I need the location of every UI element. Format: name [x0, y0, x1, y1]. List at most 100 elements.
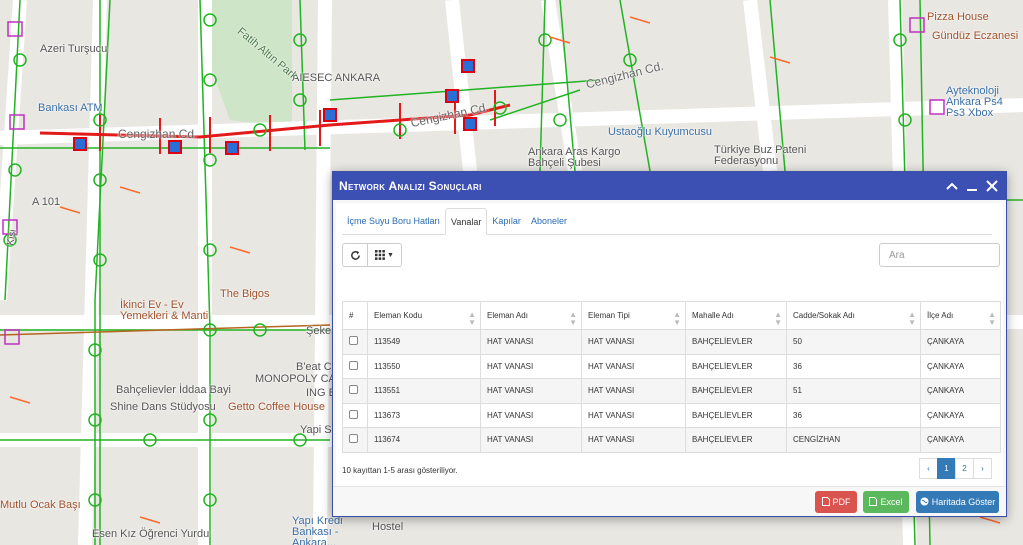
lateral-1 [229, 246, 251, 254]
tab-valves[interactable]: Vanalar [445, 208, 488, 235]
cell-cadde: 36 [786, 353, 921, 379]
column-header-mahalle[interactable]: Mahalle Adı ▲ ▼ [685, 301, 787, 330]
map-label-ikinciev: İkinci Ev - Ev Yemekleri & Manti [120, 299, 209, 322]
show-on-map-button[interactable]: Haritada Göster [916, 491, 999, 513]
grid-icon [375, 250, 385, 260]
lateral-11 [769, 56, 791, 64]
map-label-buzpateni: Türkiye Buz Pateni Federasyonu [714, 144, 807, 167]
map-label-bigos: The Bigos [220, 288, 270, 300]
excel-label: Excel [880, 497, 903, 507]
minimize-icon[interactable] [964, 178, 980, 194]
excel-file-icon [869, 496, 878, 508]
table-row[interactable]: 113549 HAT VANASI HAT VANASI BAHÇELİEVLE… [342, 329, 1001, 355]
lateral-0 [59, 206, 81, 214]
pagination-prev[interactable]: ‹ [919, 458, 938, 479]
map-label-ayteknoloji: Ayteknoloji Ankara Ps4 Ps3 Xbox [946, 85, 1003, 119]
valve-marker-4 [445, 89, 459, 103]
cell-mahalle: BAHÇELİEVLER [685, 353, 787, 379]
pdf-label: PDF [832, 497, 851, 507]
refresh-icon [350, 250, 360, 260]
pipe-node-14 [293, 93, 307, 107]
sort-icon: ▲ ▼ [774, 310, 782, 327]
valve-marker-3 [323, 108, 337, 122]
sort-icon: ▲ ▼ [569, 310, 577, 327]
tab-pipelines[interactable]: İçme Suyu Boru Hatları [342, 208, 445, 234]
table-header-row: # Eleman Kodu ▲ ▼ Eleman Adı ▲ ▼ Eleman Tipi… [342, 301, 1001, 330]
cell-cadde: 50 [786, 329, 921, 355]
cell-type: HAT VANASI [581, 402, 686, 428]
cell-name: HAT VANASI [480, 329, 582, 355]
map-label-aiesec: AIESEC ANKARA [292, 72, 381, 84]
row-checkbox[interactable] [349, 409, 358, 419]
map-label-ocakbasi: Mutlu Ocak Başı [0, 499, 81, 511]
pagination-page-1[interactable]: 1 [937, 458, 956, 479]
table-row[interactable]: 113550 HAT VANASI HAT VANASI BAHÇELİEVLE… [342, 353, 1001, 379]
globe-icon [920, 496, 929, 508]
pagination: ‹ 1 2 › [919, 458, 992, 479]
columns-toggle-button[interactable]: ▼ [368, 243, 402, 267]
pagination-next[interactable]: › [973, 458, 992, 479]
export-pdf-button[interactable]: PDF [815, 491, 857, 513]
refresh-button[interactable] [342, 243, 368, 267]
row-checkbox[interactable] [349, 385, 358, 395]
map-label-iddaa: Bahçelievler İddaa Bayi [116, 384, 231, 396]
table-row[interactable]: 113673 HAT VANASI HAT VANASI BAHÇELİEVLE… [342, 402, 1001, 428]
column-header-code[interactable]: Eleman Kodu ▲ ▼ [367, 301, 481, 330]
street-3 [78, 0, 107, 545]
pagination-page-2[interactable]: 2 [955, 458, 974, 479]
cell-mahalle: BAHÇELİEVLER [685, 378, 787, 404]
sort-icon: ▲ ▼ [673, 310, 681, 327]
cell-ilce: ÇANKAYA [920, 329, 1001, 355]
collapse-icon[interactable] [944, 178, 960, 194]
map-label-yapikredi: Yapı Kredi Bankası - Ankara... [292, 515, 343, 545]
tab-gates[interactable]: Kapılar [487, 208, 526, 234]
meter-box-5 [4, 329, 20, 345]
close-icon[interactable] [984, 178, 1000, 194]
table-row[interactable]: 113551 HAT VANASI HAT VANASI BAHÇELİEVLE… [342, 378, 1001, 404]
map-label-ustaoglu: Ustaoğlu Kuyumcusu [608, 126, 712, 138]
cell-type: HAT VANASI [581, 353, 686, 379]
map-label-gunduz: Gündüz Eczanesi [932, 30, 1019, 42]
cell-mahalle: BAHÇELİEVLER [685, 427, 787, 453]
sort-icon: ▲ ▼ [908, 310, 916, 327]
export-excel-button[interactable]: Excel [863, 491, 909, 513]
sort-icon: ▲ ▼ [468, 310, 476, 327]
search-input[interactable] [879, 243, 1000, 267]
cell-code: 113549 [367, 329, 481, 355]
map-label-kargo: Ankara Aras Kargo Bahçeli Şubesi [528, 146, 621, 169]
cell-type: HAT VANASI [581, 378, 686, 404]
column-header-type[interactable]: Eleman Tipi ▲ ▼ [581, 301, 686, 330]
tab-subscribers[interactable]: Aboneler [526, 208, 572, 234]
show-on-map-label: Haritada Göster [931, 497, 996, 507]
lateral-2 [119, 186, 141, 194]
cell-mahalle: BAHÇELİEVLER [685, 329, 787, 355]
valve-marker-5 [463, 117, 477, 131]
row-checkbox[interactable] [349, 336, 358, 346]
cell-code: 113674 [367, 427, 481, 453]
pagination-info: 10 kayıttan 1-5 arası gösteriliyor. [342, 466, 458, 475]
column-header-name[interactable]: Eleman Adı ▲ ▼ [480, 301, 582, 330]
dialog-titlebar[interactable]: Network Analizi Sonuçları [333, 172, 1006, 200]
lateral-9 [979, 516, 1001, 524]
column-header-cadde[interactable]: Cadde/Sokak Adı ▲ ▼ [786, 301, 921, 330]
dialog-footer: PDF Excel Haritada Göster [333, 486, 1006, 516]
column-header-ilce[interactable]: İlçe Adı ▲ ▼ [920, 301, 1001, 330]
map-label-shine: Shine Dans Stüdyosu [110, 401, 216, 413]
street-6 [445, 0, 477, 172]
cell-cadde: 36 [786, 402, 921, 428]
cell-code: 113550 [367, 353, 481, 379]
cell-code: 113551 [367, 378, 481, 404]
cell-type: HAT VANASI [581, 427, 686, 453]
column-header-index: # [342, 301, 368, 330]
caret-down-icon: ▼ [387, 251, 394, 259]
row-checkbox[interactable] [349, 360, 358, 370]
lateral-3 [9, 396, 31, 404]
cell-type: HAT VANASI [581, 329, 686, 355]
table-row[interactable]: 113674 HAT VANASI HAT VANASI BAHÇELİEVLE… [342, 427, 1001, 453]
dialog-body: İçme Suyu Boru Hatları Vanalar Kapılar A… [333, 200, 1006, 516]
pipe-node-13 [293, 33, 307, 47]
valve-marker-6 [461, 59, 475, 73]
cell-cadde: 51 [786, 378, 921, 404]
cell-name: HAT VANASI [480, 427, 582, 453]
row-checkbox[interactable] [349, 434, 358, 444]
